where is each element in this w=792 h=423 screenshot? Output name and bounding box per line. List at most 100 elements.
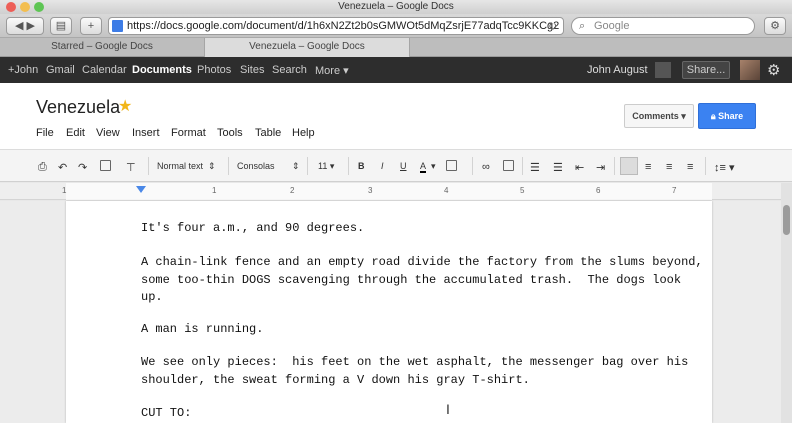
plus-icon: +	[87, 20, 95, 32]
window-titlebar: Venezuela – Google Docs	[0, 0, 792, 14]
justify-icon[interactable]: ≡	[687, 161, 693, 173]
tab-label: Starred – Google Docs	[51, 41, 153, 52]
browser-toolbar: ◀ ▶ ▤ + https://docs.google.com/document…	[0, 14, 792, 38]
text-color-button[interactable]: A	[420, 161, 427, 173]
document-canvas: It's four a.m., and 90 degrees. A chain-…	[0, 201, 792, 423]
font-value: Consolas	[237, 161, 275, 171]
paragraph: A man is running.	[141, 322, 264, 336]
gbar-link-plus[interactable]: +John	[8, 64, 38, 76]
align-right-icon[interactable]: ≡	[666, 161, 672, 173]
gear-icon: ⚙	[770, 20, 780, 32]
zoom-window-button[interactable]	[34, 2, 44, 12]
increase-indent-icon[interactable]: ⇥	[596, 161, 605, 174]
new-tab-button[interactable]: +	[80, 17, 102, 35]
tab-venezuela[interactable]: Venezuela – Google Docs	[205, 38, 410, 57]
docs-favicon-icon	[112, 20, 123, 32]
highlight-icon[interactable]	[446, 160, 457, 171]
user-name[interactable]: John August	[587, 64, 648, 76]
gbar-link-sites[interactable]: Sites	[240, 64, 264, 76]
align-left-button[interactable]	[620, 157, 638, 175]
size-select[interactable]: 11 ▾	[318, 161, 334, 172]
menu-file[interactable]: File	[36, 127, 54, 139]
gbar-share-button[interactable]: Share...	[682, 61, 730, 79]
gbar-link-search[interactable]: Search	[272, 64, 307, 76]
menu-view[interactable]: View	[96, 127, 120, 139]
link-icon[interactable]: ∞	[482, 161, 490, 173]
bold-button[interactable]: B	[358, 161, 365, 171]
star-icon[interactable]: ★	[118, 96, 132, 116]
comments-label: Comments	[632, 111, 679, 121]
undo-icon[interactable]: ↶	[58, 161, 67, 174]
avatar[interactable]	[740, 60, 760, 80]
decrease-indent-icon[interactable]: ⇤	[575, 161, 584, 174]
menu-insert[interactable]: Insert	[132, 127, 160, 139]
ruler-number: 4	[444, 186, 449, 195]
minimize-window-button[interactable]	[20, 2, 30, 12]
style-select[interactable]: Normal text ⇕	[157, 161, 216, 172]
paragraph: We see only pieces: his feet on the wet …	[141, 355, 689, 387]
image-icon[interactable]	[503, 160, 514, 171]
tab-label: Venezuela – Google Docs	[249, 41, 365, 52]
forward-icon[interactable]: ▶	[27, 20, 35, 32]
underline-button[interactable]: U	[400, 161, 407, 171]
paste-icon[interactable]	[100, 160, 111, 171]
text-cursor-icon: I	[446, 401, 450, 417]
back-forward-buttons[interactable]: ◀ ▶	[6, 17, 44, 35]
docs-header: Venezuela ★ File Edit View Insert Format…	[0, 83, 792, 149]
search-placeholder: Google	[594, 20, 630, 32]
italic-button[interactable]: I	[381, 161, 384, 171]
notification-box[interactable]	[655, 62, 671, 78]
settings-button[interactable]: ⚙	[764, 17, 786, 35]
search-icon: ⌕	[579, 20, 586, 32]
comments-button[interactable]: Comments ▾	[624, 104, 694, 128]
ruler-number: 5	[520, 186, 525, 195]
style-value: Normal text	[157, 161, 204, 171]
gbar-link-more[interactable]: More ▾	[315, 64, 349, 77]
redo-icon[interactable]: ↷	[78, 161, 87, 174]
numbered-list-icon[interactable]: ☰	[530, 161, 540, 174]
share-button[interactable]: 🔒︎ Share	[698, 103, 756, 129]
print-icon[interactable]: ⎙	[38, 161, 47, 174]
close-window-button[interactable]	[6, 2, 16, 12]
address-bar[interactable]: https://docs.google.com/document/d/1h6xN…	[108, 17, 564, 35]
sidebar-button[interactable]: ▤	[50, 17, 72, 35]
paint-format-icon[interactable]: ⊤	[126, 161, 136, 174]
ruler-page-area	[66, 183, 712, 200]
menu-format[interactable]: Format	[171, 127, 206, 139]
tab-bar: Starred – Google Docs Venezuela – Google…	[0, 38, 792, 57]
back-icon[interactable]: ◀	[15, 20, 23, 32]
indent-marker[interactable]	[136, 186, 146, 193]
paragraph: A chain-link fence and an empty road div…	[141, 255, 703, 304]
window-title: Venezuela – Google Docs	[338, 1, 454, 12]
gbar-link-photos[interactable]: Photos	[197, 64, 231, 76]
paragraph: CUT TO:	[141, 406, 192, 420]
gbar-link-gmail[interactable]: Gmail	[46, 64, 75, 76]
align-center-icon[interactable]: ≡	[645, 161, 651, 173]
document-title[interactable]: Venezuela	[36, 97, 120, 118]
format-toolbar: ⎙ ↶ ↷ ⊤ Normal text ⇕ Consolas ⇕ 11 ▾ B …	[0, 149, 792, 182]
tab-starred[interactable]: Starred – Google Docs	[0, 38, 205, 57]
size-value: 11	[318, 161, 328, 171]
menu-help[interactable]: Help	[292, 127, 315, 139]
chevron-down-icon[interactable]: ▾	[431, 161, 436, 172]
url-text: https://docs.google.com/document/d/1h6xN…	[127, 20, 560, 32]
document-page[interactable]: It's four a.m., and 90 degrees. A chain-…	[66, 201, 712, 423]
gbar-link-documents[interactable]: Documents	[132, 64, 192, 76]
scrollbar-thumb[interactable]	[783, 205, 790, 235]
screen: Venezuela – Google Docs ◀ ▶ ▤ + https://…	[0, 0, 792, 423]
lock-icon: 🔒︎	[710, 111, 716, 121]
line-spacing-icon[interactable]: ↕≡ ▾	[714, 161, 735, 174]
bulleted-list-icon[interactable]: ☰	[553, 161, 563, 174]
book-icon: ▤	[55, 20, 67, 32]
share-label: Share	[718, 111, 744, 121]
menu-tools[interactable]: Tools	[217, 127, 243, 139]
menu-edit[interactable]: Edit	[66, 127, 85, 139]
reload-icon[interactable]: ↻	[548, 20, 557, 33]
search-field[interactable]: ⌕ Google	[571, 17, 755, 35]
vertical-scrollbar[interactable]	[781, 183, 792, 423]
menu-table[interactable]: Table	[255, 127, 281, 139]
font-select[interactable]: Consolas ⇕	[237, 161, 300, 172]
ruler-number: 6	[596, 186, 601, 195]
gbar-link-calendar[interactable]: Calendar	[82, 64, 127, 76]
gear-icon[interactable]: ⚙	[767, 61, 780, 79]
